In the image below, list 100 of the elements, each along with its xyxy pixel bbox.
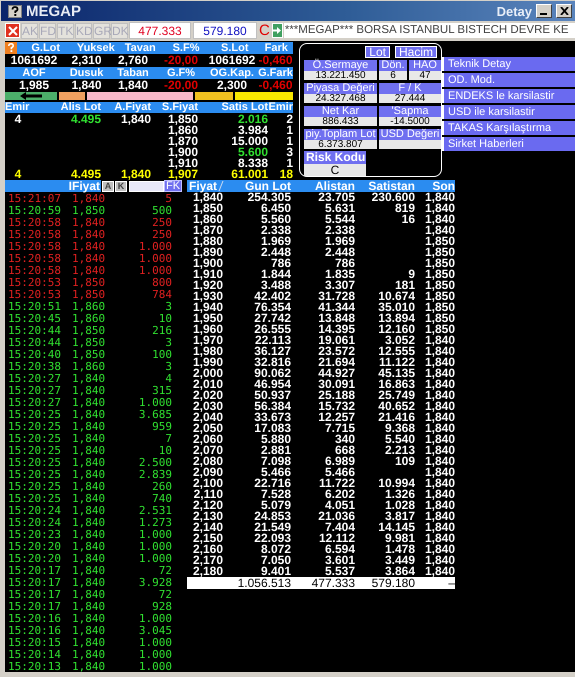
table-cell-text: 1,840 <box>424 489 455 500</box>
tab[interactable]: Lot <box>365 46 390 58</box>
trade-price: 1,840 <box>72 433 106 445</box>
right-arrow-icon <box>273 26 282 35</box>
field-value: C <box>304 164 366 176</box>
stat-value: -0,460 <box>258 54 293 66</box>
table-cell-text: 1.969 <box>260 236 291 247</box>
table-cell-text: 1,860 <box>192 214 223 225</box>
link-button[interactable]: OD. Mod. <box>442 73 575 87</box>
trade-lot: 3.685 <box>138 409 172 421</box>
table-cell-text: 27.742 <box>253 313 291 324</box>
trade-price: 1,850 <box>72 277 106 289</box>
table-cell-text: 1.326 <box>384 489 415 500</box>
column-header: S.Fiyat <box>160 102 198 113</box>
table-cell-text: 1,840 <box>424 566 455 577</box>
table-cell-text: 4.051 <box>324 500 355 511</box>
table-cell-text: 3.984 <box>238 125 268 136</box>
trade-price: 1,840 <box>72 229 106 241</box>
link-button[interactable]: Teknik Detay <box>442 57 575 71</box>
table-cell-text: 25.749 <box>377 390 415 401</box>
minimize-button[interactable] <box>536 4 552 18</box>
trade-lot: 3 <box>164 301 172 313</box>
column-header: G.Fark <box>258 67 293 79</box>
table-cell-text: 5.466 <box>260 467 291 478</box>
total-cell-text: – <box>448 578 455 588</box>
table-cell-text: 10.994 <box>377 478 415 489</box>
link-button[interactable]: TAKAS Karşılaştırma <box>442 121 575 135</box>
table-cell-text: 1,840 <box>424 478 455 489</box>
arrow-button[interactable] <box>272 23 283 38</box>
trade-lot: 1.000 <box>138 265 172 277</box>
table-cell-text: 1,840 <box>424 214 455 225</box>
table-cell-text: 7.528 <box>260 489 291 500</box>
trade-time: 15:20:38 <box>8 361 62 373</box>
toolbar-button[interactable]: K <box>115 180 127 192</box>
link-button[interactable]: ENDEKS le karsilastir <box>442 89 575 103</box>
trade-time: 15:20:24 <box>8 505 62 517</box>
column-header: Dusuk <box>68 67 104 79</box>
table-cell-text: 10.674 <box>377 291 415 302</box>
table-cell-text: 2.016 <box>236 114 268 125</box>
table-cell-text: 1,870 <box>166 136 198 147</box>
input-field[interactable] <box>129 180 164 192</box>
toolbar-button[interactable]: A <box>102 180 114 192</box>
stat-value: -20,00 <box>162 79 200 91</box>
table-cell-text: 2,020 <box>192 390 223 401</box>
trade-lot: 500 <box>151 205 172 217</box>
link-button[interactable]: USD ile karsilastir <box>442 105 575 119</box>
column-header: Tavan <box>124 42 157 54</box>
stat-value: 1061692 <box>10 54 58 66</box>
trade-time: 15:20:16 <box>8 625 62 637</box>
table-cell-text: 1,840 <box>120 169 151 180</box>
close-button[interactable] <box>556 4 572 18</box>
trade-time: 15:20:25 <box>8 469 62 481</box>
table-cell-text: 21.694 <box>317 357 355 368</box>
trade-price: 1,840 <box>72 445 106 457</box>
table-cell-text: 1,840 <box>424 335 455 346</box>
trade-lot: 100 <box>151 349 172 361</box>
table-cell-text: 1,950 <box>192 313 223 324</box>
table-cell-text: 1,900 <box>166 147 198 158</box>
table-cell-text: 44.927 <box>317 368 355 379</box>
trade-time: 15:20:13 <box>8 661 62 672</box>
table-cell-text: 50.937 <box>253 390 291 401</box>
trade-lot: 1.000 <box>138 397 172 409</box>
trade-time: 15:20:44 <box>8 337 62 349</box>
trade-time: 15:20:58 <box>8 253 62 265</box>
table-cell-text: 17.083 <box>253 423 291 434</box>
table-cell-text: 1,840 <box>192 192 223 203</box>
trade-time: 15:20:17 <box>8 577 62 589</box>
trade-time: 15:20:59 <box>8 205 62 217</box>
trade-lot: 1.000 <box>138 541 172 553</box>
trade-time: 15:20:27 <box>8 397 62 409</box>
tab[interactable]: Hacim <box>394 46 437 58</box>
stat-value: 1,985 <box>18 79 50 91</box>
trade-lot: 784 <box>151 289 172 301</box>
table-cell-text: 1,840 <box>424 346 455 357</box>
field-value: -14.5000 <box>379 117 441 126</box>
field-label: 'Sapma <box>379 106 441 117</box>
trade-price: 1,840 <box>72 409 106 421</box>
trade-lot: 1.000 <box>138 661 172 672</box>
table-cell-text: 1 <box>285 136 293 147</box>
help-icon[interactable] <box>8 4 22 18</box>
table-cell-text: 4 <box>14 114 22 125</box>
buy-total-field: 477.333 <box>129 22 191 39</box>
field-label: Risk Kodu <box>304 151 366 164</box>
table-cell-text: 1,840 <box>424 533 455 544</box>
trade-lot: 928 <box>151 601 172 613</box>
table-cell-text: 21.416 <box>377 412 415 423</box>
table-cell-text: 1,870 <box>192 225 223 236</box>
trade-time: 15:20:16 <box>8 613 62 625</box>
trade-lot: 250 <box>151 229 172 241</box>
trade-time: 15:20:53 <box>8 277 62 289</box>
column-header: A.Fiyat <box>113 102 151 113</box>
link-button[interactable]: Sirket Haberleri <box>442 137 575 151</box>
table-cell-text: 2,110 <box>194 489 223 500</box>
trade-price: 1,840 <box>72 601 106 613</box>
table-cell-text: 8.072 <box>260 544 291 555</box>
trade-price: 1,840 <box>72 397 106 409</box>
sell-total-field: 579.180 <box>193 22 257 39</box>
table-cell-text: 3 <box>285 147 293 158</box>
trade-price: 1,840 <box>72 661 106 672</box>
filter-button[interactable]: FK <box>164 180 182 192</box>
